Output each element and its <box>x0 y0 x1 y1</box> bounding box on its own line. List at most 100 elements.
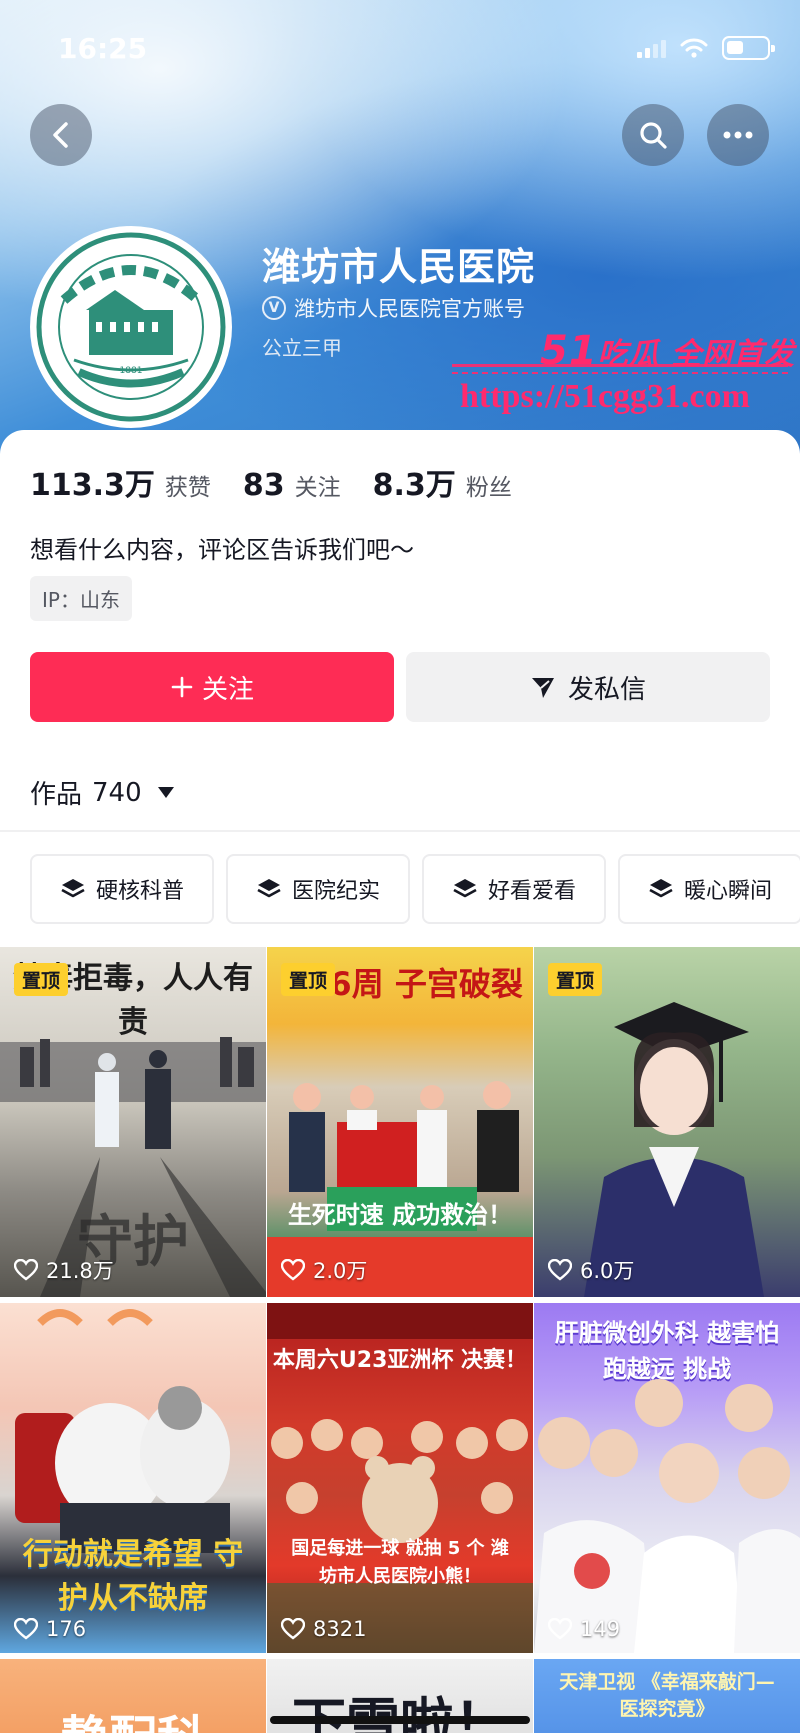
plus-icon <box>171 676 193 698</box>
chevron-left-icon <box>53 122 68 148</box>
svg-text:1881: 1881 <box>120 366 143 376</box>
collection-label: 好看爱看 <box>487 879 576 904</box>
cellular-signal-icon <box>637 38 666 58</box>
collection-label: 医院纪实 <box>291 879 380 904</box>
like-count-value: 8321 <box>313 1617 367 1641</box>
like-count: 6.0万 <box>548 1255 634 1285</box>
video-tile[interactable]: 置顶 6.0万 <box>534 947 800 1297</box>
stat-label: 关注 <box>294 475 341 501</box>
like-count-value: 6.0万 <box>580 1259 635 1283</box>
layers-icon <box>649 879 673 898</box>
video-tile[interactable]: 禁毒拒毒，人人有责 守护 置顶 21.8万 <box>0 947 266 1297</box>
video-title-bottom: 生死时速 成功救治！ <box>287 1201 513 1229</box>
status-bar: 16:25 <box>0 0 800 96</box>
collection-list: 硬核科普 医院纪实 好看爱看 暖心瞬间 <box>30 854 800 924</box>
search-button[interactable] <box>622 104 684 166</box>
message-label: 发私信 <box>567 674 646 705</box>
verified-line: V 潍坊市人民医院官方账号 <box>262 293 525 323</box>
video-title: 静配科 <box>0 1699 266 1733</box>
collection-item[interactable]: 硬核科普 <box>30 854 214 924</box>
profile-name: 潍坊市人民医院 <box>262 245 536 289</box>
like-count: 176 <box>14 1617 86 1641</box>
verified-label: 潍坊市人民医院官方账号 <box>294 297 525 321</box>
like-count: 21.8万 <box>14 1255 114 1285</box>
status-icons <box>637 36 775 60</box>
like-count-value: 149 <box>580 1617 621 1641</box>
video-title: 天津卫视 《幸福来敲门—医探究竟》 <box>559 1671 775 1720</box>
more-button[interactable] <box>707 104 769 166</box>
bio-text: 想看什么内容，评论区告诉我们吧～ <box>30 536 414 564</box>
status-time: 16:25 <box>58 32 148 65</box>
like-count: 2.0万 <box>281 1255 367 1285</box>
more-dots-icon <box>723 131 753 139</box>
wifi-icon <box>680 38 708 58</box>
verified-badge-icon: V <box>262 296 286 320</box>
hospital-logo: 1881 <box>36 232 226 422</box>
heart-icon <box>281 1618 305 1640</box>
works-count: 740 <box>92 777 142 808</box>
pinned-badge: 置顶 <box>281 963 336 996</box>
video-title: 本周六U23亚洲杯 决赛！ <box>272 1348 528 1373</box>
search-icon <box>640 122 667 149</box>
follow-button[interactable]: 关注 <box>30 652 394 722</box>
video-thumbnail <box>534 1379 800 1653</box>
like-count: 8321 <box>281 1617 366 1641</box>
layers-icon <box>257 879 281 898</box>
heart-icon <box>281 1259 305 1281</box>
video-title-bottom: 行动就是希望 守护从不缺席 <box>22 1537 244 1616</box>
like-count-value: 2.0万 <box>313 1259 368 1283</box>
video-tile[interactable]: 静配科 <box>0 1659 266 1733</box>
video-tile[interactable]: 本周六U23亚洲杯 决赛！ 国足每进一球 就抽 5 个 潍坊市人民医院小熊！ 8… <box>267 1303 533 1653</box>
back-button[interactable] <box>30 104 92 166</box>
stat-label: 获赞 <box>164 475 211 501</box>
stat-likes[interactable]: 113.3万 获赞 <box>30 460 211 504</box>
caret-down-icon <box>157 787 174 798</box>
stat-following[interactable]: 83 关注 <box>243 468 341 503</box>
like-count-value: 176 <box>46 1617 87 1641</box>
collection-item[interactable]: 医院纪实 <box>226 854 410 924</box>
video-thumbnail <box>267 1081 533 1297</box>
works-tab[interactable]: 作品 740 <box>30 774 174 811</box>
video-tile[interactable]: 行动就是希望 守护从不缺席 176 <box>0 1303 266 1653</box>
hospital-tag: 公立三甲 <box>262 336 342 360</box>
video-title-bottom: 国足每进一球 就抽 5 个 潍坊市人民医院小熊！ <box>291 1538 509 1587</box>
like-count: 149 <box>548 1617 620 1641</box>
watermark-decoration <box>452 364 788 374</box>
stat-number: 8.3万 <box>372 468 456 503</box>
stat-number: 113.3万 <box>30 468 155 503</box>
collection-item[interactable]: 好看爱看 <box>422 854 606 924</box>
like-count-value: 21.8万 <box>46 1259 114 1283</box>
stat-label: 粉丝 <box>465 475 512 501</box>
send-icon <box>531 678 554 698</box>
layers-icon <box>61 879 85 898</box>
stats-row: 113.3万 获赞 83 关注 8.3万 粉丝 <box>30 460 512 504</box>
follow-label: 关注 <box>201 674 254 705</box>
layers-icon <box>453 879 477 898</box>
collection-label: 暖心瞬间 <box>683 879 772 904</box>
video-tile[interactable]: 肝脏微创外科 越害怕跑越远 挑战 149 <box>534 1303 800 1653</box>
video-tile[interactable]: 16周 子宫破裂 置顶 生死时速 成功救治！ 2.0万 <box>267 947 533 1297</box>
divider <box>0 830 800 832</box>
works-label: 作品 <box>30 780 83 810</box>
collection-label: 硬核科普 <box>95 879 184 904</box>
heart-icon <box>14 1259 38 1281</box>
video-title: 下雪啦！ <box>292 1692 508 1733</box>
ip-location-tag: IP：山东 <box>30 576 132 621</box>
profile-card: 113.3万 获赞 83 关注 8.3万 粉丝 想看什么内容，评论区告诉我们吧～… <box>0 430 800 1733</box>
message-button[interactable]: 发私信 <box>406 652 770 722</box>
pinned-badge: 置顶 <box>548 963 603 996</box>
stat-number: 83 <box>242 468 285 503</box>
video-tile[interactable]: 天津卫视 《幸福来敲门—医探究竟》 <box>534 1659 800 1733</box>
heart-icon <box>14 1618 38 1640</box>
avatar[interactable]: 1881 <box>30 226 232 428</box>
stat-followers[interactable]: 8.3万 粉丝 <box>373 460 512 504</box>
battery-icon <box>722 36 775 60</box>
pinned-badge: 置顶 <box>14 963 69 996</box>
home-indicator <box>270 1716 530 1724</box>
watermark-url: https://51cgg31.com <box>460 378 750 415</box>
heart-icon <box>548 1259 572 1281</box>
video-thumbnail <box>584 1002 764 1297</box>
heart-icon <box>548 1618 572 1640</box>
video-grid: 禁毒拒毒，人人有责 守护 置顶 21.8万 16周 子宫破裂 置顶 生死时速 成… <box>0 947 800 1733</box>
collection-item[interactable]: 暖心瞬间 <box>618 854 800 924</box>
